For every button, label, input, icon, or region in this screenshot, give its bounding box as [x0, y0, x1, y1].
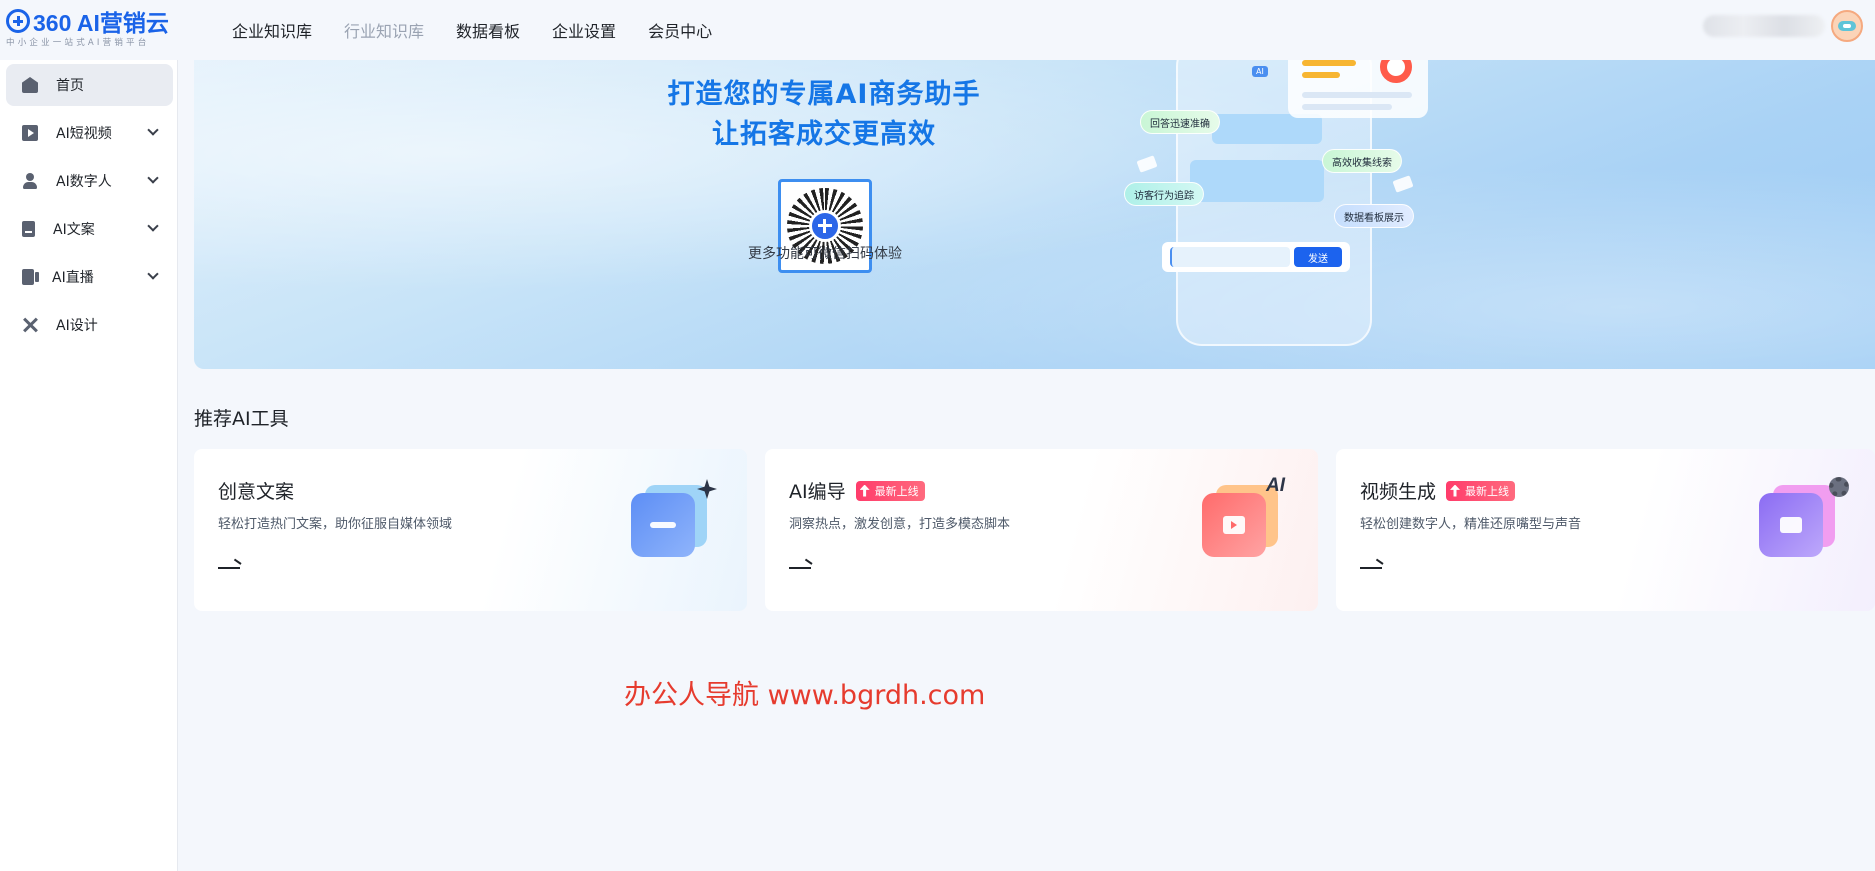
card-title: 创意文案 [218, 481, 295, 503]
logo-text: 360 AI营销云 [33, 10, 169, 36]
sidebar-item-home[interactable]: 首页 [6, 64, 173, 106]
chip-fast-answer: 回答迅速准确 [1140, 110, 1220, 134]
nav-member-center[interactable]: 会员中心 [648, 18, 712, 42]
arrow-right-icon[interactable] [218, 567, 240, 569]
chip-dashboard: 数据看板展示 [1334, 204, 1414, 228]
sidebar-item-label: 首页 [56, 78, 84, 94]
username-redacted [1703, 15, 1825, 37]
ai-tag: AI [1252, 66, 1268, 77]
badge-label: 最新上线 [1465, 484, 1510, 498]
sidebar-item-ai-live[interactable]: AI直播 [6, 256, 173, 298]
sidebar: 首页 AI短视频 AI数字人 AI文案 AI直播 AI设计 [0, 60, 178, 871]
avatar[interactable] [1831, 10, 1863, 42]
tool-card-ai-director[interactable]: AI编导 最新上线 洞察热点，激发创意，打造多模态脚本 AI [765, 449, 1318, 611]
card-description: 轻松创建数字人，精准还原嘴型与声音 [1360, 517, 1582, 532]
chevron-down-icon[interactable] [147, 172, 159, 184]
top-header: 360 AI营销云 中小企业一站式AI营销平台 企业知识库 行业知识库 数据看板… [0, 0, 1875, 60]
qr-caption: 更多功能可微信扫码体验 [748, 246, 902, 262]
chat-bubble [1212, 114, 1322, 144]
card-title: 视频生成 [1360, 481, 1437, 503]
logo[interactable]: 360 AI营销云 中小企业一站式AI营销平台 [6, 8, 191, 48]
card-title: AI编导 [789, 481, 846, 503]
sidebar-item-ai-design[interactable]: AI设计 [6, 304, 173, 346]
sidebar-item-label: AI短视频 [56, 126, 112, 142]
user-area[interactable] [1703, 10, 1863, 42]
arrow-up-icon [859, 484, 870, 497]
sidebar-item-label: AI设计 [56, 318, 98, 334]
chip-visitor-track: 访客行为追踪 [1124, 182, 1204, 206]
badge-label: 最新上线 [874, 484, 919, 498]
gear-icon [1829, 477, 1849, 497]
nav-enterprise-knowledge[interactable]: 企业知识库 [232, 18, 312, 42]
send-button: 发送 [1294, 247, 1342, 267]
arrow-right-icon[interactable] [1360, 567, 1382, 569]
card-description: 洞察热点，激发创意，打造多模态脚本 [789, 517, 1011, 532]
chip-lead-collect: 高效收集线索 [1322, 149, 1402, 173]
home-icon [22, 77, 38, 93]
chat-input-illustration: 发送 [1162, 242, 1350, 272]
tool-card-creative-copy[interactable]: 创意文案 轻松打造热门文案，助你征服自媒体领域 [194, 449, 747, 611]
video-icon [22, 125, 38, 141]
section-title: 推荐AI工具 [194, 408, 289, 430]
nav-data-dashboard[interactable]: 数据看板 [456, 18, 520, 42]
ai-mark-icon: AI [1266, 475, 1285, 496]
card-description: 轻松打造热门文案，助你征服自媒体领域 [218, 517, 453, 532]
arrow-up-icon [1450, 484, 1461, 497]
qr-logo-icon [809, 210, 841, 242]
chat-bubble [1190, 160, 1324, 202]
new-badge: 最新上线 [1446, 480, 1516, 501]
person-icon [22, 173, 38, 189]
chevron-down-icon[interactable] [147, 268, 159, 280]
sidebar-item-label: AI数字人 [56, 174, 112, 190]
director-illustration: AI [1202, 475, 1288, 565]
logo-mark-icon [6, 9, 30, 33]
sidebar-item-label: AI文案 [53, 222, 95, 238]
tool-card-video-generation[interactable]: 视频生成 最新上线 轻松创建数字人，精准还原嘴型与声音 [1336, 449, 1875, 611]
video-generation-illustration [1759, 477, 1849, 565]
arrow-right-icon[interactable] [789, 567, 811, 569]
document-icon [22, 221, 35, 237]
design-icon [22, 317, 38, 333]
new-badge: 最新上线 [855, 480, 925, 501]
top-nav: 企业知识库 行业知识库 数据看板 企业设置 会员中心 [232, 0, 744, 60]
nav-enterprise-settings[interactable]: 企业设置 [552, 18, 616, 42]
watermark-text: 办公人导航 www.bgrdh.com [624, 680, 986, 711]
hero-banner: 打造您的专属AI商务助手 让拓客成交更高效 更多功能可微信扫码体验 AI 回答迅… [194, 60, 1875, 369]
copywriting-illustration [631, 479, 717, 565]
live-icon [22, 269, 39, 285]
sidebar-item-label: AI直播 [52, 270, 94, 286]
sidebar-item-ai-short-video[interactable]: AI短视频 [6, 112, 173, 154]
chat-input-field [1170, 247, 1290, 267]
sidebar-item-ai-copywriting[interactable]: AI文案 [6, 208, 173, 250]
nav-industry-knowledge[interactable]: 行业知识库 [344, 18, 424, 42]
sidebar-item-ai-digital-human[interactable]: AI数字人 [6, 160, 173, 202]
chevron-down-icon[interactable] [147, 124, 159, 136]
chevron-down-icon[interactable] [147, 220, 159, 232]
